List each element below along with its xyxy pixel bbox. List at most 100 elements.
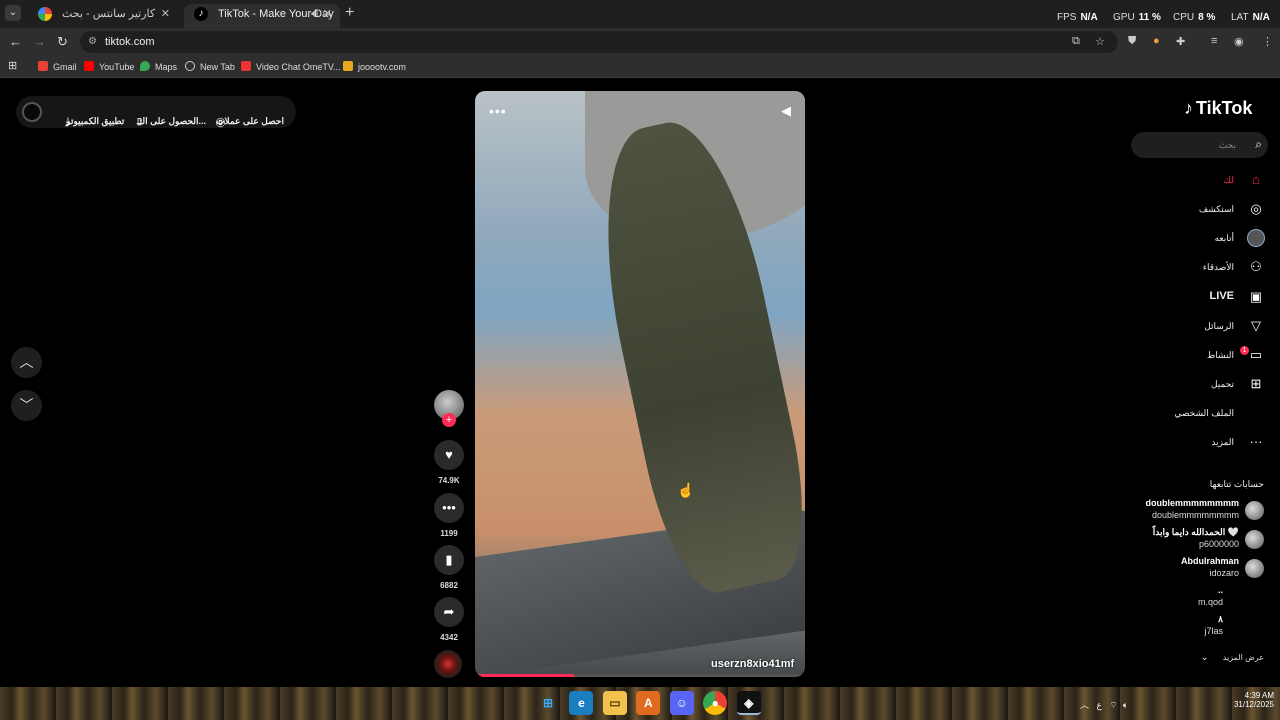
following-account[interactable]: الحمدالله دايما وابداً 🤍 p6000000	[1124, 527, 1264, 553]
bookmark-new-tab[interactable]: New Tab	[185, 61, 235, 72]
tab-strip: ⌄ كارتير سانتس - بحث Google ✕ ♪ TikTok -…	[0, 0, 1280, 40]
nav-messages[interactable]: ▽ الرسائل	[1144, 317, 1264, 337]
reading-list-icon[interactable]: ≡	[1211, 35, 1217, 47]
new-tab-button[interactable]: +	[345, 4, 354, 22]
top-actions-bar: ⤓ تطبيق الكمبيوتر ▯ الحصول على التـ... ⓪…	[16, 96, 296, 128]
nav-friends[interactable]: ⚇ الأصدقاء	[1144, 258, 1264, 278]
following-account[interactable]: .. m.qod	[1124, 585, 1264, 611]
comment-icon[interactable]: •••	[434, 493, 464, 523]
file-explorer-icon[interactable]: ▭	[602, 691, 627, 715]
chrome-icon[interactable]: ●	[703, 691, 728, 715]
share-icon[interactable]: ➦	[434, 597, 464, 627]
comment-action[interactable]: ••• 1199	[432, 493, 466, 538]
bookmark-jooootv[interactable]: jooootv.com	[343, 61, 406, 72]
windows-taskbar: ⊞ e ▭ A ☺ ● ◈ ︿ ع ⌔ 🔈︎ 4:39 AM 31/12/202…	[0, 687, 1280, 720]
fps-readout: FPS N/A	[1057, 12, 1098, 23]
search-placeholder: بحث	[1218, 140, 1236, 150]
close-tab-icon[interactable]: ✕	[161, 4, 170, 24]
previous-video-button[interactable]: ︿	[11, 347, 42, 378]
back-icon[interactable]: ←	[9, 34, 22, 49]
chevron-down-icon: ⌄	[1200, 652, 1209, 663]
shield-extension-icon[interactable]: ⛊	[1128, 35, 1136, 48]
bookmark-youtube[interactable]: YouTube	[84, 61, 134, 72]
chevron-up-icon: ︿	[19, 354, 34, 370]
reload-icon[interactable]: ↻	[57, 34, 68, 50]
bookmark-icon[interactable]: ▮	[434, 545, 464, 575]
google-icon	[38, 7, 52, 21]
chevron-down-icon: ﹀	[19, 397, 34, 413]
bookmark-ometv[interactable]: Video Chat OmeTV...	[241, 61, 341, 72]
speaker-icon[interactable]: 🔊︎	[311, 4, 318, 24]
save-action[interactable]: ▮ 6882	[432, 545, 466, 590]
clock[interactable]: 4:39 AM 31/12/2025	[1234, 691, 1274, 709]
url-text: tiktok.com	[105, 36, 155, 48]
site-info-icon[interactable]: ⚙	[88, 31, 97, 53]
puzzle-icon[interactable]: ✚	[1176, 35, 1185, 48]
app-icon[interactable]: A	[636, 691, 661, 715]
live-icon: ▣	[1249, 289, 1263, 304]
wifi-icon[interactable]: ⌔	[1109, 700, 1117, 710]
following-account[interactable]: Abdulrahman idozaro	[1124, 556, 1264, 582]
upload-icon: ⊞	[1250, 376, 1262, 391]
nav-activity[interactable]: ▭ 1 النشاط	[1144, 346, 1264, 366]
globe-icon	[185, 61, 195, 71]
bookmark-star-icon[interactable]: ☆	[1095, 35, 1105, 48]
more-options-icon[interactable]: •••	[489, 103, 507, 119]
close-tab-icon[interactable]: ✕	[323, 4, 332, 24]
bookmarks-bar: ⊞ Gmail YouTube Maps New Tab Video Chat …	[0, 56, 1280, 78]
forward-icon[interactable]: →	[33, 34, 46, 49]
share-action[interactable]: ➦ 4342	[432, 597, 466, 642]
nav-more[interactable]: ··· المزيد	[1144, 433, 1264, 453]
follow-plus-icon[interactable]: +	[442, 413, 456, 427]
search-icon[interactable]: ⌕	[1255, 137, 1262, 152]
tiktok-page: ⤓ تطبيق الكمبيوتر ▯ الحصول على التـ... ⓪…	[0, 81, 1280, 687]
like-action[interactable]: ♥ 74.9K	[432, 440, 466, 485]
nav-upload[interactable]: ⊞ تحميل	[1144, 375, 1264, 395]
volume-icon[interactable]: ◀︎	[781, 103, 791, 119]
avatar	[1245, 559, 1264, 578]
nav-live[interactable]: ▣ LIVE	[1144, 288, 1264, 308]
video-player[interactable]: ••• ◀︎ userzn8xio41mf	[475, 91, 805, 677]
video-author-handle[interactable]: userzn8xio41mf	[711, 658, 794, 670]
nav-explore[interactable]: ◎ استكشف	[1144, 200, 1264, 220]
windows-start-icon[interactable]: ⊞	[536, 691, 560, 715]
search-input[interactable]: بحث ⌕	[1131, 132, 1268, 158]
tab-tiktok[interactable]: ♪ TikTok - Make Your Day 🔊︎ ✕	[184, 4, 340, 28]
language-indicator[interactable]: ع	[1097, 700, 1102, 710]
following-account[interactable]: ٨ j7las	[1124, 614, 1264, 640]
bookmark-gmail[interactable]: Gmail	[38, 61, 77, 72]
following-accounts-heading: حسابات تتابعها	[1209, 479, 1264, 489]
music-disc-icon[interactable]	[434, 650, 462, 678]
following-account[interactable]: doublemmmmmmmm doublemmmmmmmm	[1124, 498, 1264, 524]
tiktok-icon: ♪	[194, 7, 208, 21]
address-bar[interactable]: ⚙ tiktok.com	[80, 31, 1118, 53]
volume-icon[interactable]: 🔈︎	[1123, 700, 1128, 710]
nav-following[interactable]: أتابعه	[1144, 229, 1265, 249]
jooootv-icon	[343, 61, 353, 71]
extension-icon[interactable]: ●	[1153, 35, 1160, 47]
chevron-up-icon[interactable]: ︿	[1080, 700, 1089, 710]
kebab-menu-icon[interactable]: ⋮	[1262, 35, 1273, 48]
profile-avatar-icon[interactable]: ◉	[1234, 35, 1244, 48]
capcut-icon[interactable]: ◈	[736, 691, 761, 715]
nav-profile[interactable]: الملف الشخصي	[1144, 404, 1264, 424]
edge-icon[interactable]: e	[569, 691, 594, 715]
ometv-icon	[241, 61, 251, 71]
heart-icon[interactable]: ♥	[434, 440, 464, 470]
nav-for-you[interactable]: ⌂ لك	[1144, 171, 1264, 191]
tab-search-button[interactable]: ⌄	[5, 5, 21, 21]
bookmark-maps[interactable]: Maps	[140, 61, 177, 72]
see-more-button[interactable]: ⌄ عرض المزيد	[1200, 652, 1264, 663]
messages-icon: ▽	[1251, 318, 1261, 333]
system-tray: ︿ ع ⌔ 🔈︎	[1080, 698, 1128, 711]
maps-icon	[140, 61, 150, 71]
install-app-icon[interactable]: ⧉	[1072, 35, 1080, 48]
discord-icon[interactable]: ☺	[669, 691, 694, 715]
home-icon: ⌂	[1252, 172, 1260, 187]
video-progress-bar[interactable]	[475, 674, 805, 677]
tab-google-search[interactable]: كارتير سانتس - بحث Google ✕	[28, 4, 178, 40]
apps-grid-icon[interactable]: ⊞	[8, 59, 17, 72]
like-count: 74.9K	[438, 476, 460, 485]
tiktok-logo[interactable]: ♪ TikTok	[1184, 98, 1252, 119]
next-video-button[interactable]: ﹀	[11, 390, 42, 421]
